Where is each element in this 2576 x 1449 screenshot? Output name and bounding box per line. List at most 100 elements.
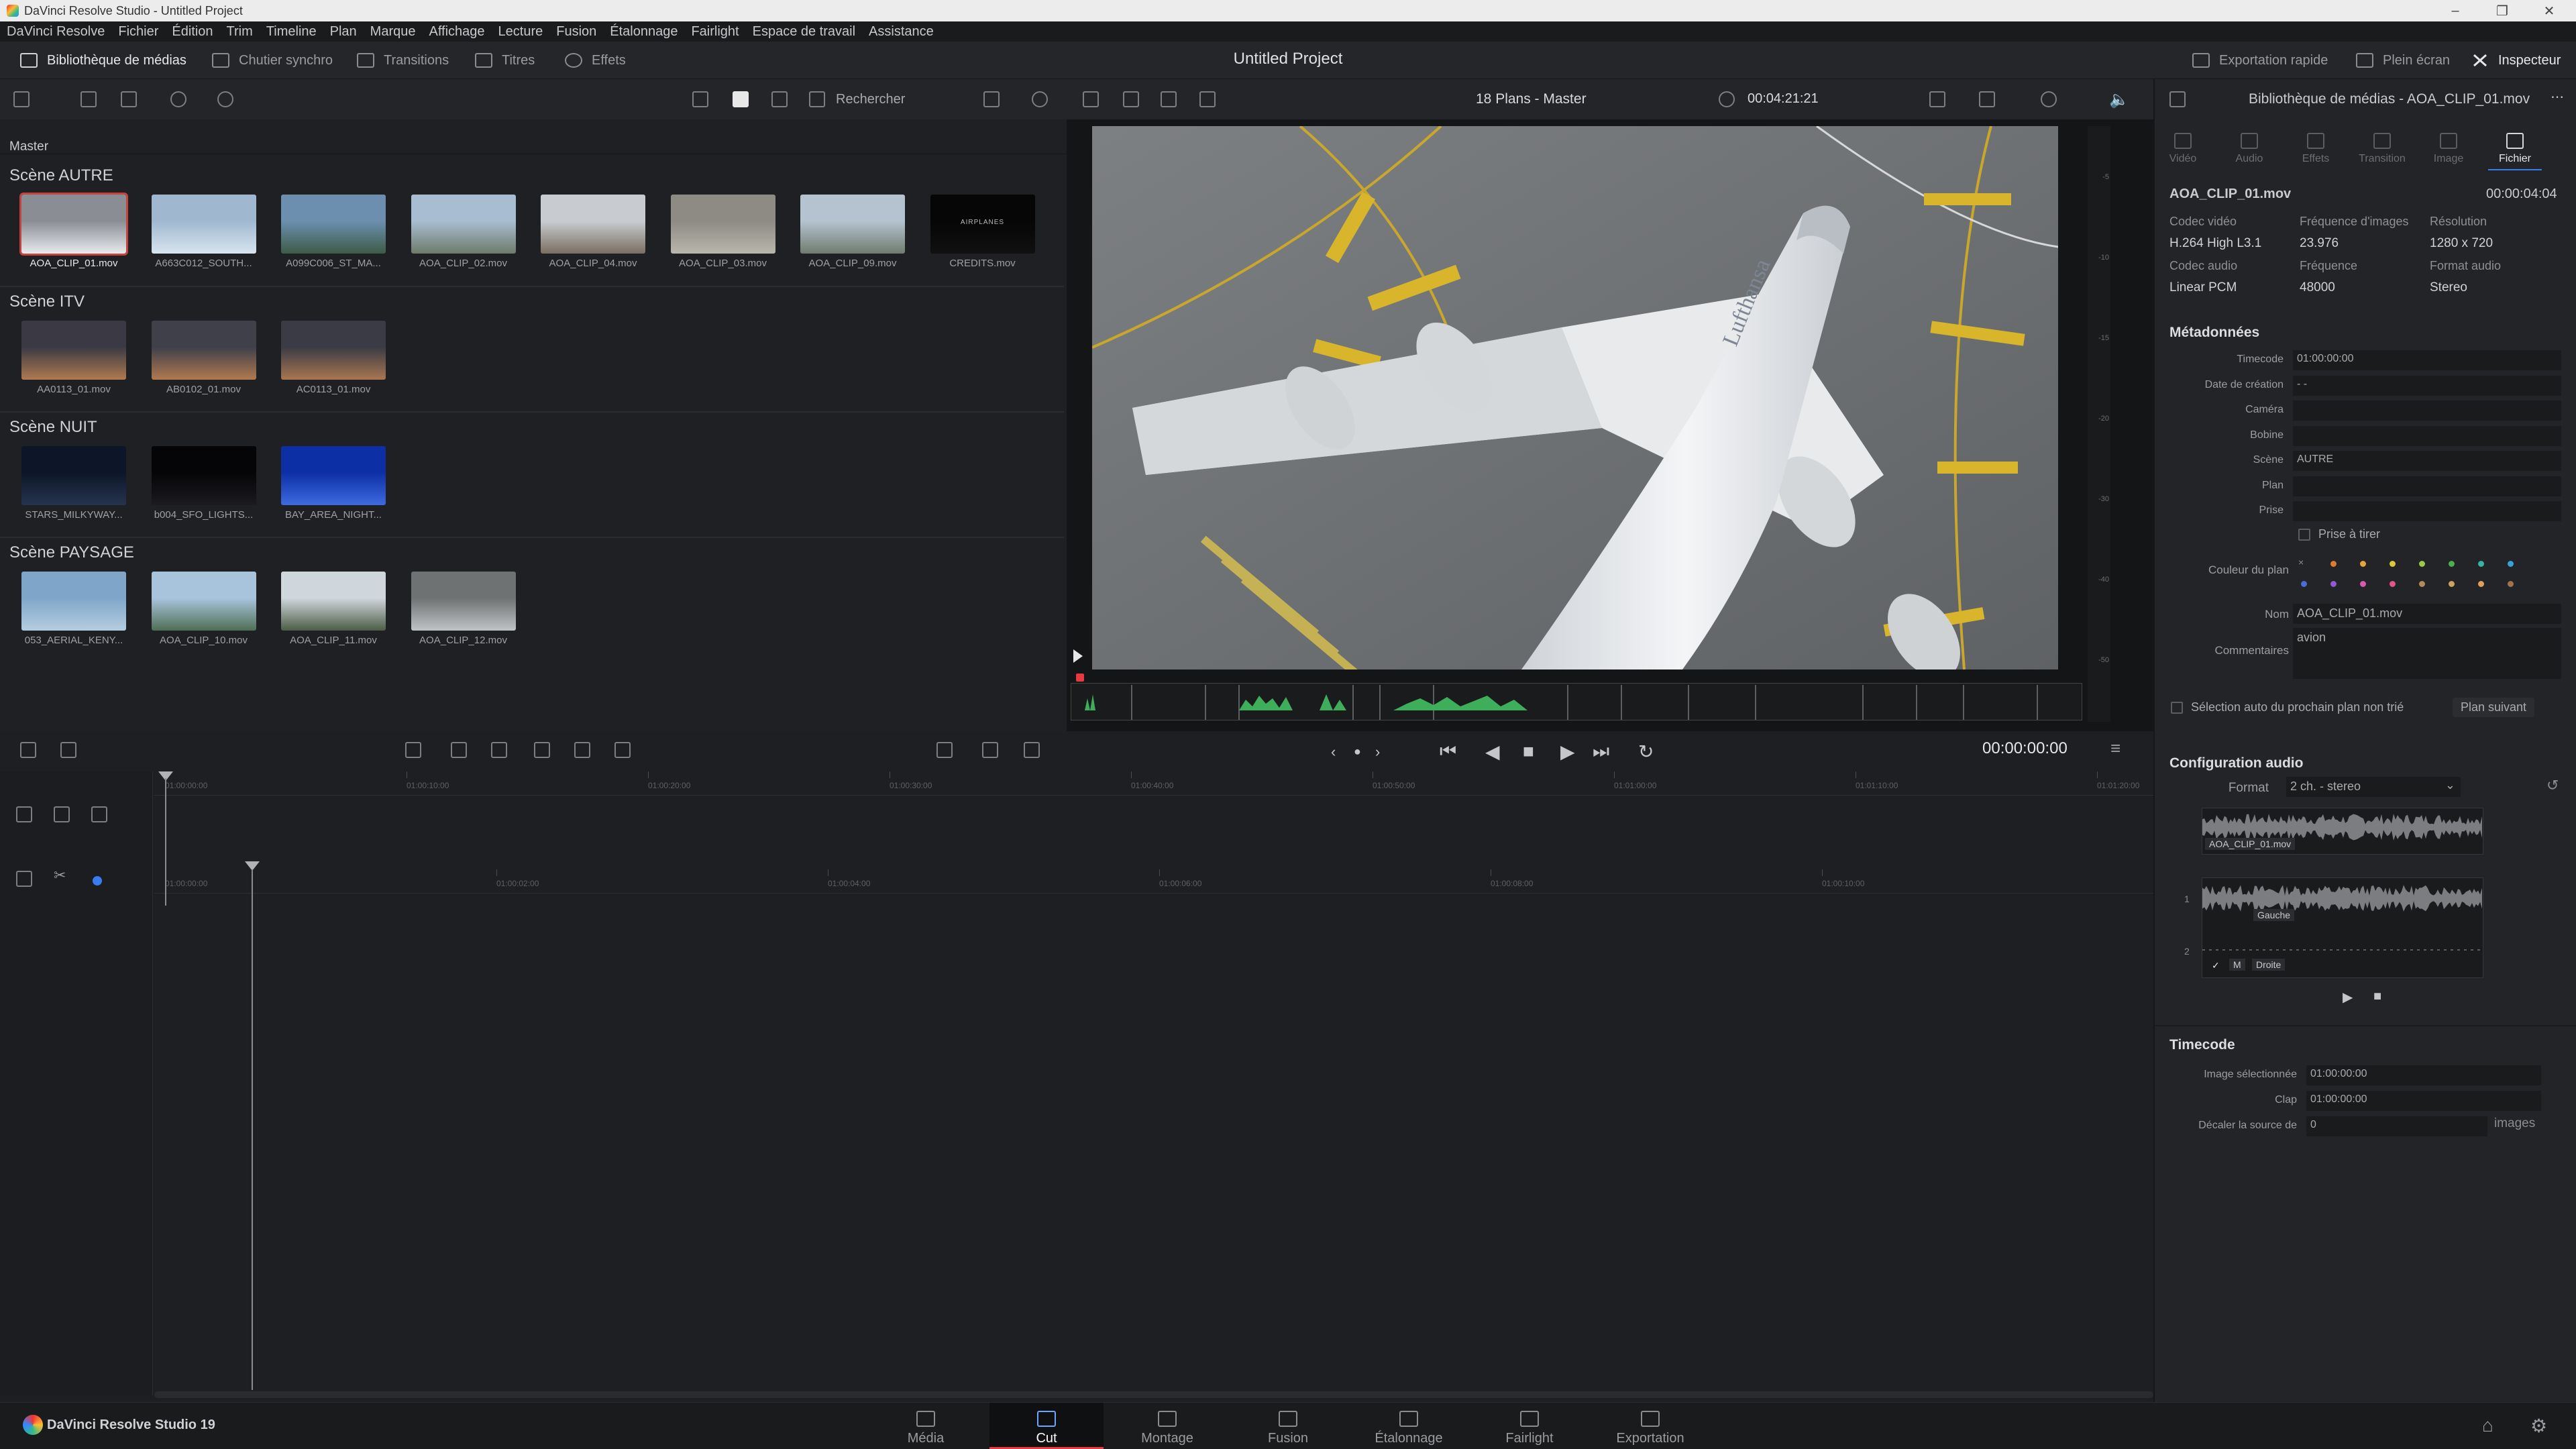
import-media-icon[interactable] bbox=[80, 91, 97, 107]
menu-item-10[interactable]: Étalonnage bbox=[610, 24, 678, 40]
clip-color-swatch[interactable] bbox=[2419, 581, 2425, 587]
clip-color-swatch[interactable] bbox=[2478, 581, 2484, 587]
scene-title[interactable]: Scène PAYSAGE bbox=[9, 543, 134, 562]
bin-name[interactable]: Master bbox=[9, 140, 48, 154]
mark-in-icon[interactable] bbox=[1073, 649, 1083, 663]
lower-timeline-ruler[interactable]: 01:00:00:00 01:00:02:00 01:00:04:00 01:00:0… bbox=[154, 869, 2153, 894]
transform-icon[interactable] bbox=[1979, 91, 1995, 107]
clip-thumbnail[interactable]: STARS_MILKYWAY... bbox=[21, 446, 129, 521]
append-icon[interactable] bbox=[451, 742, 467, 758]
no-color-icon[interactable]: × bbox=[2298, 557, 2304, 568]
auto-select-checkbox[interactable] bbox=[2171, 702, 2183, 714]
menu-item-4[interactable]: Timeline bbox=[266, 24, 317, 40]
clip-thumbnail[interactable]: AOA_CLIP_02.mov bbox=[411, 195, 519, 269]
audio-play-icon[interactable]: ▶ bbox=[2343, 989, 2353, 1006]
loop-playback-icon[interactable]: ↻ bbox=[1638, 741, 1654, 763]
timecode-field[interactable]: 0 bbox=[2306, 1116, 2487, 1136]
clip-color-swatch[interactable] bbox=[2390, 581, 2396, 587]
timecode-field[interactable]: 01:00:00:00 bbox=[2306, 1091, 2541, 1111]
clip-color-swatch[interactable] bbox=[2390, 561, 2396, 567]
track-enable-icon[interactable] bbox=[93, 876, 102, 885]
menu-item-0[interactable]: DaVinci Resolve bbox=[7, 24, 105, 40]
clip-thumbnail[interactable]: AOA_CLIP_01.mov bbox=[19, 193, 129, 269]
loop-icon[interactable] bbox=[2041, 91, 2057, 107]
clip-thumbnail[interactable]: AOA_CLIP_10.mov bbox=[151, 572, 259, 646]
menu-item-8[interactable]: Lecture bbox=[498, 24, 543, 40]
comments-field[interactable]: avion bbox=[2293, 628, 2561, 679]
volume-icon[interactable]: 🔈 bbox=[2109, 90, 2129, 109]
safe-area-icon[interactable] bbox=[1123, 91, 1139, 107]
page-tab[interactable]: Cut bbox=[989, 1403, 1104, 1449]
prev-marker-icon[interactable]: ‹ bbox=[1331, 743, 1336, 761]
go-to-start-icon[interactable]: ⏮ bbox=[1440, 741, 1456, 763]
inspector-toggle[interactable]: Inspecteur bbox=[2471, 51, 2561, 70]
maximize-icon[interactable]: ❐ bbox=[2482, 0, 2522, 21]
page-tab[interactable]: Fairlight bbox=[1472, 1403, 1587, 1449]
clip-thumbnail[interactable]: AOA_CLIP_04.mov bbox=[541, 195, 648, 269]
audio-trim-icon[interactable] bbox=[982, 742, 998, 758]
metadata-field[interactable] bbox=[2293, 400, 2561, 421]
menu-item-1[interactable]: Fichier bbox=[118, 24, 158, 40]
clip-thumbnail[interactable]: 053_AERIAL_KENY... bbox=[21, 572, 129, 646]
menu-item-3[interactable]: Trim bbox=[227, 24, 253, 40]
page-tab[interactable]: Fusion bbox=[1231, 1403, 1345, 1449]
inspector-image-icon[interactable] bbox=[2169, 91, 2186, 107]
split-view-icon[interactable] bbox=[1161, 91, 1177, 107]
transitions-toggle[interactable]: Transitions bbox=[357, 51, 449, 70]
refresh-icon[interactable] bbox=[1032, 91, 1048, 107]
clip-thumbnail[interactable]: AOA_CLIP_03.mov bbox=[670, 195, 778, 269]
clip-thumbnail[interactable]: AOA_CLIP_09.mov bbox=[800, 195, 908, 269]
inspector-more-icon[interactable]: ⋯ bbox=[2551, 89, 2564, 105]
play-icon[interactable]: ▶ bbox=[1560, 741, 1575, 763]
clip-color-swatch[interactable] bbox=[2508, 561, 2514, 567]
viewer-menu-icon[interactable]: ≡ bbox=[2110, 738, 2121, 759]
menu-item-7[interactable]: Affichage bbox=[429, 24, 484, 40]
audio-stop-icon[interactable]: ■ bbox=[2373, 989, 2381, 1004]
clip-color-swatch[interactable] bbox=[2449, 581, 2455, 587]
clip-color-swatch[interactable] bbox=[2360, 561, 2366, 567]
timecode-field[interactable]: 01:00:00:00 bbox=[2306, 1065, 2541, 1085]
inspector-tab[interactable]: Image bbox=[2422, 133, 2475, 165]
name-field[interactable]: AOA_CLIP_01.mov bbox=[2293, 604, 2561, 624]
grid-icon[interactable] bbox=[1199, 91, 1216, 107]
play-reverse-icon[interactable]: ◀ bbox=[1485, 741, 1500, 763]
clip-thumbnail[interactable]: AC0113_01.mov bbox=[281, 321, 388, 395]
import-folder-icon[interactable] bbox=[121, 91, 137, 107]
fullscreen-button[interactable]: Plein écran bbox=[2356, 51, 2450, 70]
sort-icon[interactable] bbox=[983, 91, 1000, 107]
scrubber-playhead[interactable] bbox=[1076, 674, 1084, 682]
clip-thumbnail[interactable]: AOA_CLIP_12.mov bbox=[411, 572, 519, 646]
stop-icon[interactable]: ■ bbox=[1523, 741, 1534, 762]
page-tab[interactable]: Montage bbox=[1110, 1403, 1224, 1449]
filmstrip-view-icon[interactable] bbox=[771, 91, 788, 107]
smart-insert-icon[interactable] bbox=[405, 742, 421, 758]
next-clip-button[interactable]: Plan suivant bbox=[2453, 698, 2535, 717]
clip-thumbnail[interactable]: AA0113_01.mov bbox=[21, 321, 129, 395]
inspector-tab[interactable]: Effets bbox=[2289, 133, 2343, 165]
scene-title[interactable]: Scène AUTRE bbox=[9, 166, 113, 185]
reset-icon[interactable]: ↺ bbox=[2546, 777, 2559, 794]
page-tab[interactable]: Étalonnage bbox=[1352, 1403, 1466, 1449]
timeline-tool-2-icon[interactable] bbox=[60, 742, 76, 758]
clip-color-swatch[interactable] bbox=[2508, 581, 2514, 587]
minimize-icon[interactable]: – bbox=[2435, 0, 2475, 21]
go-to-end-icon[interactable]: ⏭ bbox=[1593, 741, 1609, 763]
clip-thumbnail[interactable]: AIRPLANES CREDITS.mov bbox=[930, 195, 1038, 269]
link-icon[interactable] bbox=[217, 91, 233, 107]
mute-button[interactable]: M bbox=[2229, 959, 2245, 971]
quick-export-button[interactable]: Exportation rapide bbox=[2192, 51, 2328, 70]
track-lock-icon[interactable] bbox=[16, 871, 32, 887]
metadata-field[interactable] bbox=[2293, 501, 2561, 521]
track-tool-1-icon[interactable] bbox=[16, 806, 32, 822]
inspector-tab[interactable]: Vidéo bbox=[2156, 133, 2210, 165]
menu-item-13[interactable]: Assistance bbox=[869, 24, 934, 40]
timeline-tool-1-icon[interactable] bbox=[20, 742, 36, 758]
clip-thumbnail[interactable]: A663C012_SOUTH... bbox=[151, 195, 259, 269]
metadata-field[interactable]: 01:00:00:00 bbox=[2293, 350, 2561, 370]
scene-title[interactable]: Scène ITV bbox=[9, 292, 85, 311]
marker-icon[interactable]: ● bbox=[1354, 745, 1361, 759]
source-overwrite-icon[interactable] bbox=[614, 742, 631, 758]
track-tool-3-icon[interactable] bbox=[91, 806, 107, 822]
inspector-tab[interactable]: Transition bbox=[2355, 133, 2409, 165]
page-tab[interactable]: Média bbox=[869, 1403, 983, 1449]
